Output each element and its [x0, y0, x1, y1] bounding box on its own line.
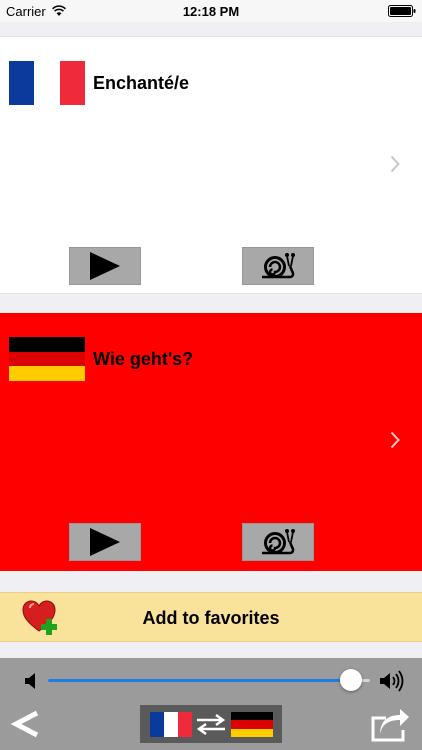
play-icon — [90, 252, 120, 280]
flag-stripe-white — [34, 61, 60, 105]
germany-flag-icon — [9, 337, 85, 382]
volume-slider-fill — [48, 679, 351, 682]
favorites-label: Add to favorites — [142, 608, 280, 628]
status-bar: Carrier 12:18 PM — [0, 0, 422, 22]
play-icon — [90, 528, 120, 556]
swap-languages-button[interactable] — [140, 705, 282, 743]
target-play-button[interactable] — [69, 523, 141, 561]
target-phrase-card[interactable]: Wie geht's? — [0, 313, 422, 571]
flag-stripe-gold — [9, 366, 85, 382]
add-to-favorites-button[interactable]: Add to favorites — [0, 592, 422, 642]
back-chevron-icon — [10, 710, 39, 738]
france-flag-icon — [150, 712, 192, 737]
source-play-button[interactable] — [69, 247, 141, 285]
target-phrase-text: Wie geht's? — [93, 349, 194, 369]
chevron-right-icon[interactable] — [390, 155, 400, 173]
france-flag-icon — [9, 61, 85, 105]
swap-arrows-icon — [196, 713, 226, 735]
flag-stripe-red — [9, 351, 85, 367]
flag-stripe-blue — [150, 712, 164, 737]
flag-stripe-red — [178, 712, 192, 737]
flag-stripe-black — [9, 337, 85, 352]
share-icon — [371, 709, 409, 742]
flag-stripe-red — [231, 720, 273, 729]
source-slow-play-button[interactable] — [242, 247, 314, 285]
source-phrase-text: Enchanté/e — [93, 73, 190, 93]
flag-stripe-gold — [231, 728, 273, 737]
volume-high-icon — [380, 670, 404, 692]
snail-icon — [262, 253, 295, 279]
germany-flag-icon — [231, 712, 273, 737]
back-button[interactable] — [9, 706, 43, 742]
source-phrase-card[interactable]: Enchanté/e — [0, 36, 422, 294]
status-time: 12:18 PM — [182, 4, 240, 19]
battery-icon — [388, 5, 416, 17]
player-toolbar — [0, 658, 422, 750]
flag-stripe-red — [59, 61, 85, 105]
target-slow-play-button[interactable] — [242, 523, 314, 561]
flag-stripe-blue — [9, 61, 35, 105]
volume-low-icon — [25, 673, 35, 689]
volume-slider-thumb[interactable] — [339, 669, 362, 691]
share-button[interactable] — [370, 708, 410, 742]
flag-stripe-black — [231, 712, 273, 721]
snail-icon — [262, 529, 295, 555]
chevron-right-icon[interactable] — [390, 431, 400, 449]
flag-stripe-white — [164, 712, 178, 737]
volume-slider[interactable] — [48, 669, 370, 691]
